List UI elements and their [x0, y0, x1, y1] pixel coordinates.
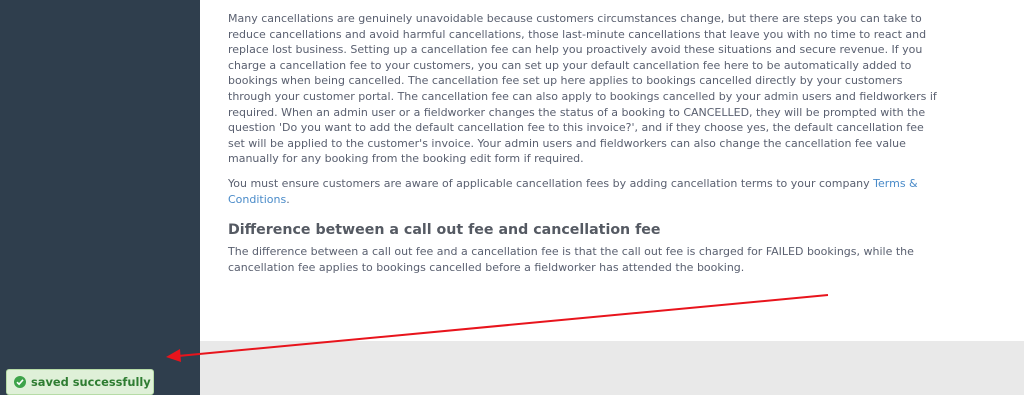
section-heading: Difference between a call out fee and ca…	[228, 222, 661, 239]
terms-notice-text: You must ensure customers are aware of a…	[228, 176, 874, 190]
sidebar	[0, 0, 200, 395]
article-body: Many cancellations are genuinely unavoid…	[228, 11, 940, 284]
success-toast: saved successfully	[6, 369, 154, 395]
terms-notice: You must ensure customers are aware of a…	[228, 176, 940, 207]
page-background	[200, 341, 1024, 395]
terms-notice-end: .	[286, 192, 290, 206]
toast-message: saved successfully	[31, 375, 151, 389]
difference-description: The difference between a call out fee an…	[228, 245, 914, 274]
main-content: Many cancellations are genuinely unavoid…	[200, 0, 1024, 341]
check-circle-icon	[14, 376, 26, 388]
cancellation-fee-description: Many cancellations are genuinely unavoid…	[228, 12, 937, 166]
